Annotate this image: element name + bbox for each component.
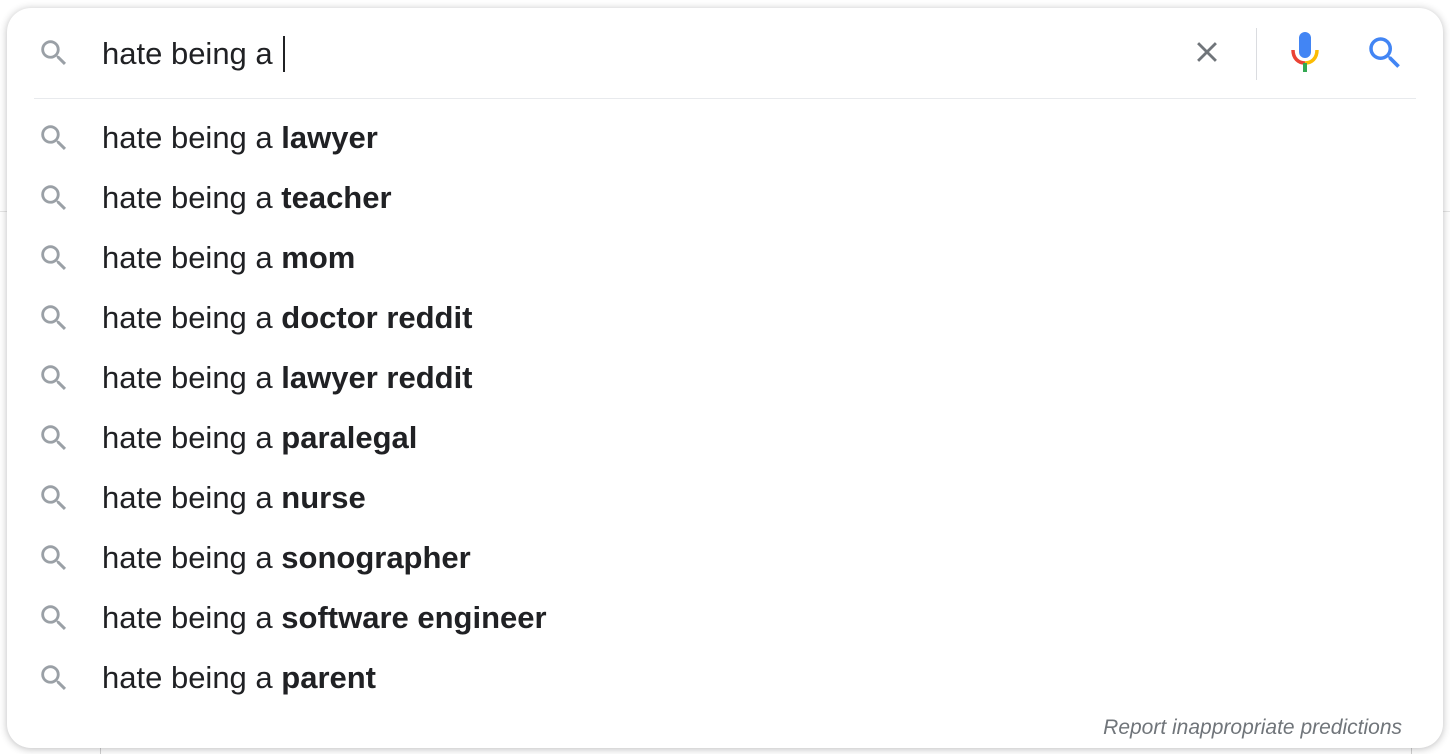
suggestion-item[interactable]: hate being a teacher [7, 168, 1443, 228]
suggestion-item[interactable]: hate being a lawyer [7, 108, 1443, 168]
text-caret [283, 36, 286, 72]
search-submit-button[interactable] [1363, 33, 1407, 77]
suggestion-prefix: hate being a [102, 540, 282, 575]
search-bar: hate being a [7, 8, 1443, 98]
suggestion-item[interactable]: hate being a software engineer [7, 588, 1443, 648]
suggestion-item[interactable]: hate being a parent [7, 648, 1443, 708]
suggestion-text: hate being a sonographer [102, 528, 471, 588]
suggestion-text: hate being a software engineer [102, 588, 547, 648]
suggestion-text: hate being a nurse [102, 468, 366, 528]
suggestion-text: hate being a parent [102, 648, 376, 708]
clear-button[interactable] [1187, 34, 1227, 74]
suggestion-completion: nurse [281, 480, 366, 515]
suggestion-completion: teacher [281, 180, 392, 215]
suggestion-prefix: hate being a [102, 420, 282, 455]
search-icon [37, 301, 71, 335]
suggestion-completion: sonographer [281, 540, 471, 575]
suggestion-text: hate being a paralegal [102, 408, 417, 468]
suggestion-list: hate being a lawyer hate being a teacher… [7, 108, 1443, 708]
search-icon [37, 36, 71, 70]
suggestion-item[interactable]: hate being a doctor reddit [7, 288, 1443, 348]
suggestion-prefix: hate being a [102, 300, 282, 335]
search-bar-separator [34, 98, 1416, 99]
suggestion-text: hate being a lawyer reddit [102, 348, 473, 408]
suggestion-completion: parent [281, 660, 377, 695]
search-icon [37, 361, 71, 395]
suggestion-item[interactable]: hate being a mom [7, 228, 1443, 288]
suggestion-prefix: hate being a [102, 660, 282, 695]
search-icon [37, 241, 71, 275]
page: hate being a hate being a lawyer hate be… [0, 0, 1450, 754]
suggestion-text: hate being a teacher [102, 168, 392, 228]
search-icon [37, 601, 71, 635]
suggestion-completion: lawyer [281, 120, 378, 155]
search-query-text: hate being a [102, 36, 282, 71]
suggestion-prefix: hate being a [102, 360, 282, 395]
suggestion-completion: doctor reddit [281, 300, 473, 335]
suggestion-completion: software engineer [281, 600, 547, 635]
suggestion-prefix: hate being a [102, 240, 282, 275]
suggestion-completion: lawyer reddit [281, 360, 473, 395]
suggestion-completion: mom [281, 240, 356, 275]
close-icon [1190, 35, 1224, 74]
suggestion-text: hate being a mom [102, 228, 355, 288]
search-autocomplete-panel: hate being a hate being a lawyer hate be… [7, 8, 1443, 748]
search-icon [1364, 32, 1406, 79]
suggestion-prefix: hate being a [102, 480, 282, 515]
report-predictions-link[interactable]: Report inappropriate predictions [1103, 716, 1402, 740]
suggestion-item[interactable]: hate being a sonographer [7, 528, 1443, 588]
suggestion-prefix: hate being a [102, 180, 282, 215]
search-icon [37, 181, 71, 215]
search-input[interactable]: hate being a [102, 34, 286, 74]
suggestion-item[interactable]: hate being a paralegal [7, 408, 1443, 468]
suggestion-completion: paralegal [281, 420, 418, 455]
search-icon [37, 421, 71, 455]
suggestion-text: hate being a doctor reddit [102, 288, 472, 348]
suggestion-prefix: hate being a [102, 600, 282, 635]
search-bar-divider [1256, 28, 1257, 80]
suggestion-item[interactable]: hate being a lawyer reddit [7, 348, 1443, 408]
voice-search-button[interactable] [1285, 30, 1325, 78]
suggestion-text: hate being a lawyer [102, 108, 378, 168]
suggestion-item[interactable]: hate being a nurse [7, 468, 1443, 528]
search-icon [37, 481, 71, 515]
search-icon [37, 661, 71, 695]
search-icon [37, 121, 71, 155]
microphone-icon [1289, 30, 1321, 79]
suggestion-prefix: hate being a [102, 120, 282, 155]
search-icon [37, 541, 71, 575]
